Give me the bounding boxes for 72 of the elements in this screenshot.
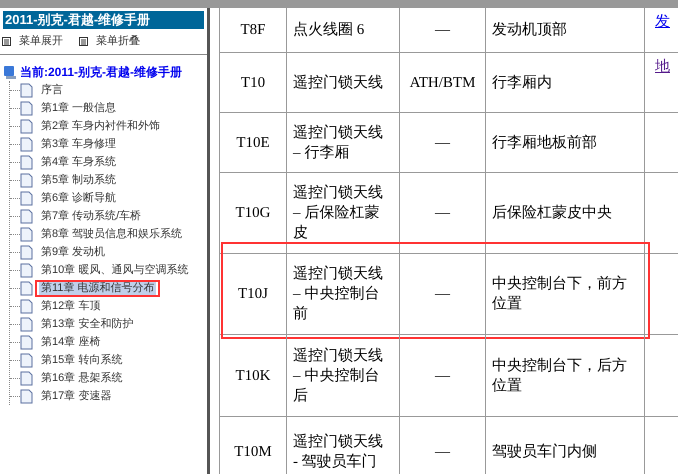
table-cell: 遥控门锁天线 - 驾驶员车门 (287, 417, 400, 474)
table-cell: T8F (219, 8, 287, 52)
document-icon (20, 82, 33, 98)
document-icon (20, 280, 33, 296)
table-cell: T10E (219, 113, 287, 172)
tree-item[interactable]: 第16章 悬架系统 (39, 371, 124, 385)
sidebar-title: 2011-别克-君越-维修手册 (3, 11, 204, 29)
tree-item[interactable]: 第4章 车身系统 (39, 155, 118, 169)
document-icon (20, 226, 33, 242)
tree-item[interactable]: 第6章 诊断导航 (39, 191, 118, 205)
computer-icon (3, 64, 17, 80)
tree-item[interactable]: 第15章 转向系统 (39, 353, 124, 367)
table-cell: — (400, 113, 486, 172)
table-cell: — (400, 335, 486, 416)
tree-item[interactable]: 第9章 发动机 (39, 245, 108, 259)
tree-item[interactable]: 第13章 安全和防护 (39, 317, 136, 331)
table-cell: 驾驶员车门内侧 (486, 417, 645, 474)
document-icon (20, 316, 33, 332)
table-cell: 行李厢内 (486, 53, 645, 112)
tree-item[interactable]: 第8章 驾驶员信息和娱乐系统 (39, 227, 184, 241)
table-cell: 发动机顶部 (486, 8, 645, 52)
table-cell: 后保险杠蒙皮中央 (486, 173, 645, 253)
tree-item[interactable]: 第14章 座椅 (39, 335, 102, 349)
document-icon (20, 172, 33, 188)
tree-item[interactable]: 第17章 变速器 (39, 389, 114, 403)
tree-root[interactable]: 当前:2011-别克-君越-维修手册 (20, 63, 182, 81)
table-cell: — (400, 173, 486, 253)
document-icon (20, 352, 33, 368)
table-cell: 行李厢地板前部 (486, 113, 645, 172)
document-icon (20, 370, 33, 386)
table-cell: T10 (219, 53, 287, 112)
document-icon (20, 154, 33, 170)
menu-button[interactable]: 菜单展开 (2, 33, 63, 50)
document-icon (20, 118, 33, 134)
table-cell: T10G (219, 173, 287, 253)
menu-button[interactable]: 菜单折叠 (79, 33, 140, 50)
table-cell: 点火线圈 6 (287, 8, 400, 52)
table-cell: 中央控制台下，前方位置 (486, 254, 645, 334)
table-link[interactable]: 发 (655, 14, 670, 30)
tree-item[interactable]: 第5章 制动系统 (39, 173, 118, 187)
document-icon (20, 388, 33, 404)
tree-item[interactable]: 序言 (39, 83, 65, 97)
table-cell: T10J (219, 254, 287, 334)
document-icon (20, 298, 33, 314)
document-icon (20, 208, 33, 224)
tree-item[interactable]: 第12章 车顶 (39, 299, 102, 313)
table-cell: ATH/BTM (400, 53, 486, 112)
table-cell: 遥控门锁天线 – 中央控制台前 (287, 254, 400, 334)
table-cell: 遥控门锁天线 – 后保险杠蒙皮 (287, 173, 400, 253)
table-cell: 遥控门锁天线 – 中央控制台后 (287, 335, 400, 416)
tree-item[interactable]: 第1章 一般信息 (39, 101, 118, 115)
table-cell: T10M (219, 417, 287, 474)
table-cell: 遥控门锁天线 – 行李厢 (287, 113, 400, 172)
tree-item[interactable]: 第11章 电源和信号分布 (39, 281, 156, 295)
document-icon (20, 136, 33, 152)
document-icon (20, 190, 33, 206)
table-cell: 中央控制台下，后方位置 (486, 335, 645, 416)
document-icon (20, 334, 33, 350)
document-icon (20, 100, 33, 116)
table-cell: — (400, 254, 486, 334)
table-cell: — (400, 8, 486, 52)
tree-item[interactable]: 第10章 暖风、通风与空调系统 (39, 263, 190, 277)
table-cell: T10K (219, 335, 287, 416)
table-cell: — (400, 417, 486, 474)
tree-item[interactable]: 第3章 车身修理 (39, 137, 118, 151)
tree-item[interactable]: 第7章 传动系统/车桥 (39, 209, 144, 223)
document-icon (20, 244, 33, 260)
table-cell: 遥控门锁天线 (287, 53, 400, 112)
tree-item[interactable]: 第2章 车身内衬件和外饰 (39, 119, 162, 133)
document-icon (20, 262, 33, 278)
table-link[interactable]: 地 (655, 59, 670, 75)
list-icon (79, 37, 88, 46)
